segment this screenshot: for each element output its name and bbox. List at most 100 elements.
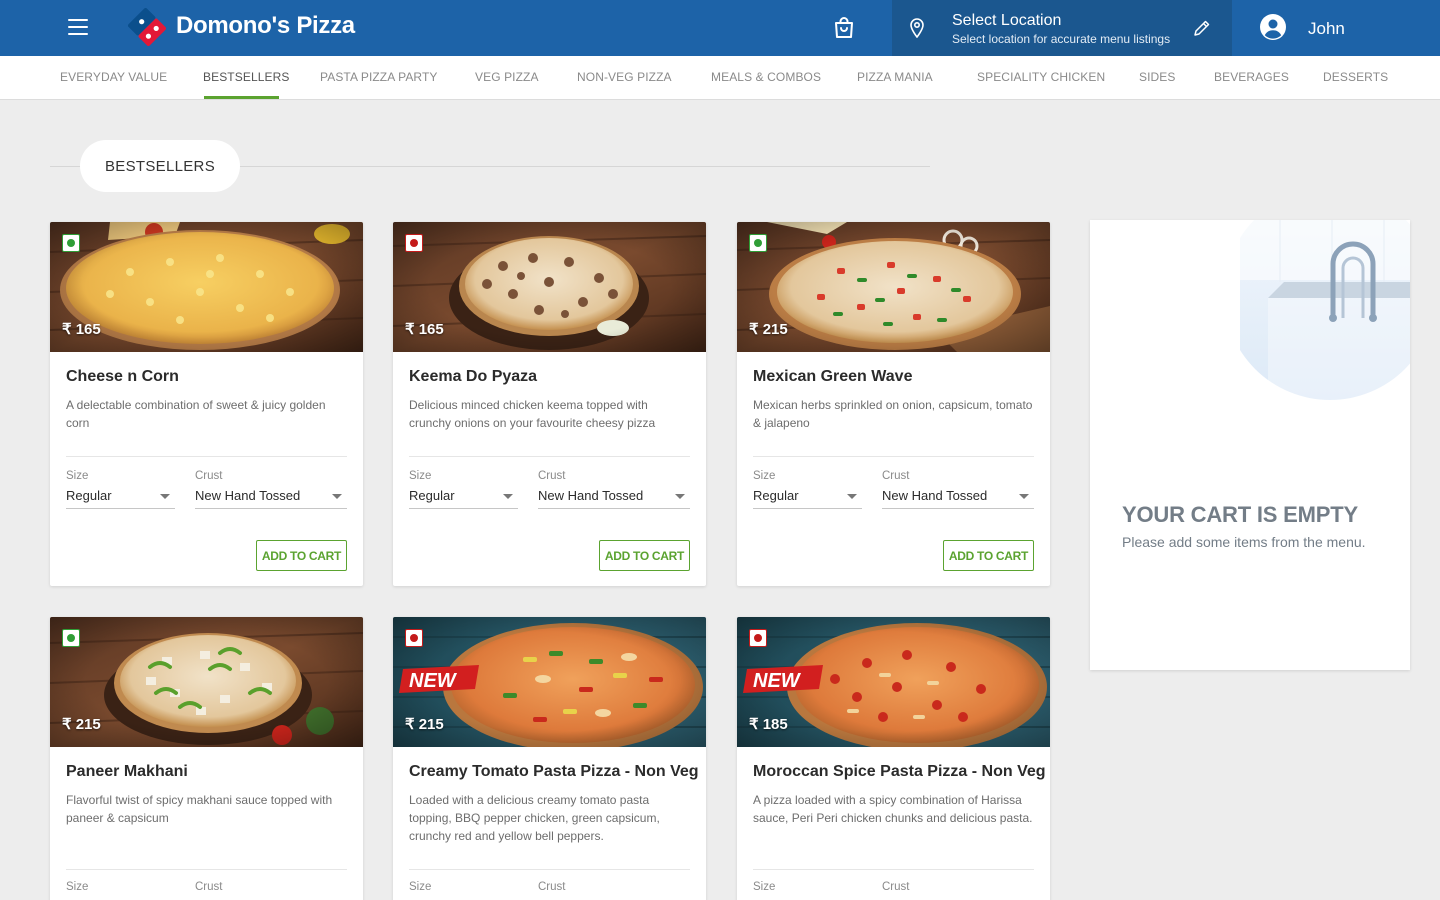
- crust-label: Crust: [538, 470, 566, 482]
- category-pasta-pizza-party[interactable]: PASTA PIZZA PARTY: [320, 70, 438, 84]
- pizza-image[interactable]: NEW ₹ 185: [737, 617, 1050, 747]
- product-name: Mexican Green Wave: [753, 368, 913, 385]
- size-select[interactable]: Regular: [409, 488, 518, 509]
- cart-panel: YOUR CART IS EMPTY Please add some items…: [1090, 220, 1410, 670]
- crust-select[interactable]: New Hand Tossed: [538, 488, 690, 509]
- user-name[interactable]: John: [1308, 19, 1345, 39]
- price: ₹ 215: [749, 321, 788, 338]
- add-to-cart-button[interactable]: ADD TO CART: [599, 540, 690, 571]
- size-label: Size: [409, 881, 432, 893]
- chevron-down-icon: [160, 494, 170, 499]
- product-card: ₹ 165 Keema Do Pyaza Delicious minced ch…: [393, 222, 706, 586]
- crust-label: Crust: [882, 470, 910, 482]
- size-select[interactable]: Regular: [66, 488, 175, 509]
- category-pizza-mania[interactable]: PIZZA MANIA: [857, 70, 933, 84]
- brand-name[interactable]: Domono's Pizza: [176, 12, 355, 40]
- veg-indicator-icon: [62, 629, 80, 647]
- user-avatar-icon[interactable]: [1260, 14, 1286, 40]
- card-divider: [66, 456, 347, 457]
- section-title: BESTSELLERS: [80, 140, 240, 192]
- chevron-down-icon: [847, 494, 857, 499]
- category-desserts[interactable]: DESSERTS: [1323, 70, 1388, 84]
- non-veg-indicator-icon: [405, 629, 423, 647]
- pizza-image[interactable]: ₹ 215: [737, 222, 1050, 352]
- size-select[interactable]: Regular: [753, 488, 862, 509]
- cart-empty-title: YOUR CART IS EMPTY: [1122, 502, 1358, 527]
- product-card: NEW ₹ 215 Creamy Tomato Pasta Pizza - No…: [393, 617, 706, 900]
- size-label: Size: [409, 470, 432, 482]
- product-card: ₹ 215 Paneer Makhani Flavorful twist of …: [50, 617, 363, 900]
- product-description: Flavorful twist of spicy makhani sauce t…: [66, 793, 333, 825]
- location-subtitle: Select location for accurate menu listin…: [952, 32, 1171, 46]
- crust-label: Crust: [195, 881, 223, 893]
- product-description: Mexican herbs sprinkled on onion, capsic…: [753, 398, 1033, 430]
- brand-logo[interactable]: [128, 8, 166, 46]
- crust-label: Crust: [882, 881, 910, 893]
- category-meals-combos[interactable]: MEALS & COMBOS: [711, 70, 821, 84]
- card-divider: [753, 456, 1034, 457]
- location-title: Select Location: [952, 12, 1062, 29]
- chevron-down-icon: [332, 494, 342, 499]
- card-divider: [66, 869, 347, 870]
- product-description: Loaded with a delicious creamy tomato pa…: [409, 793, 660, 843]
- product-description: A pizza loaded with a spicy combination …: [753, 793, 1033, 825]
- pizza-image[interactable]: ₹ 165: [50, 222, 363, 352]
- size-label: Size: [66, 881, 89, 893]
- product-name: Moroccan Spice Pasta Pizza - Non Veg: [753, 763, 1046, 780]
- add-to-cart-button[interactable]: ADD TO CART: [256, 540, 347, 571]
- category-nav: EVERYDAY VALUE BESTSELLERS PASTA PIZZA P…: [0, 56, 1440, 100]
- pencil-icon[interactable]: [1192, 18, 1212, 38]
- size-label: Size: [753, 470, 776, 482]
- crust-label: Crust: [538, 881, 566, 893]
- size-label: Size: [753, 881, 776, 893]
- empty-cart-illustration: [1240, 220, 1410, 410]
- crust-select[interactable]: New Hand Tossed: [882, 488, 1034, 509]
- new-badge: NEW: [743, 665, 823, 693]
- active-category-indicator: [204, 96, 279, 99]
- veg-indicator-icon: [62, 234, 80, 252]
- product-description: A delectable combination of sweet & juic…: [66, 398, 326, 430]
- veg-indicator-icon: [749, 234, 767, 252]
- new-badge: NEW: [399, 665, 479, 693]
- product-name: Creamy Tomato Pasta Pizza - Non Veg: [409, 763, 699, 780]
- product-name: Cheese n Corn: [66, 368, 179, 385]
- svg-text:NEW: NEW: [753, 670, 802, 692]
- price: ₹ 165: [405, 321, 444, 338]
- crust-select[interactable]: New Hand Tossed: [195, 488, 347, 509]
- svg-text:NEW: NEW: [409, 670, 458, 692]
- location-selector[interactable]: Select Location Select location for accu…: [892, 0, 1232, 56]
- chevron-down-icon: [503, 494, 513, 499]
- price: ₹ 165: [62, 321, 101, 338]
- add-to-cart-button[interactable]: ADD TO CART: [943, 540, 1034, 571]
- menu-icon[interactable]: [68, 19, 88, 35]
- category-sides[interactable]: SIDES: [1139, 70, 1176, 84]
- non-veg-indicator-icon: [749, 629, 767, 647]
- shopping-bag-icon[interactable]: [832, 16, 856, 40]
- product-card: NEW ₹ 185 Moroccan Spice Pasta Pizza - N…: [737, 617, 1050, 900]
- category-beverages[interactable]: BEVERAGES: [1214, 70, 1289, 84]
- chevron-down-icon: [1019, 494, 1029, 499]
- category-veg-pizza[interactable]: VEG PIZZA: [475, 70, 539, 84]
- cart-empty-subtitle: Please add some items from the menu.: [1122, 534, 1366, 550]
- price: ₹ 215: [405, 716, 444, 733]
- category-non-veg-pizza[interactable]: NON-VEG PIZZA: [577, 70, 672, 84]
- non-veg-indicator-icon: [405, 234, 423, 252]
- card-divider: [753, 869, 1034, 870]
- pizza-image[interactable]: ₹ 215: [50, 617, 363, 747]
- size-label: Size: [66, 470, 89, 482]
- product-name: Paneer Makhani: [66, 763, 188, 780]
- product-card: ₹ 215 Mexican Green Wave Mexican herbs s…: [737, 222, 1050, 586]
- pizza-image[interactable]: NEW ₹ 215: [393, 617, 706, 747]
- card-divider: [409, 869, 690, 870]
- crust-label: Crust: [195, 470, 223, 482]
- chevron-down-icon: [675, 494, 685, 499]
- product-name: Keema Do Pyaza: [409, 368, 538, 385]
- product-description: Delicious minced chicken keema topped wi…: [409, 398, 656, 430]
- price: ₹ 215: [62, 716, 101, 733]
- category-speciality-chicken[interactable]: SPECIALITY CHICKEN: [977, 70, 1105, 84]
- category-everyday-value[interactable]: EVERYDAY VALUE: [60, 70, 167, 84]
- card-divider: [409, 456, 690, 457]
- pizza-image[interactable]: ₹ 165: [393, 222, 706, 352]
- location-pin-icon: [910, 18, 924, 38]
- category-bestsellers[interactable]: BESTSELLERS: [203, 70, 289, 84]
